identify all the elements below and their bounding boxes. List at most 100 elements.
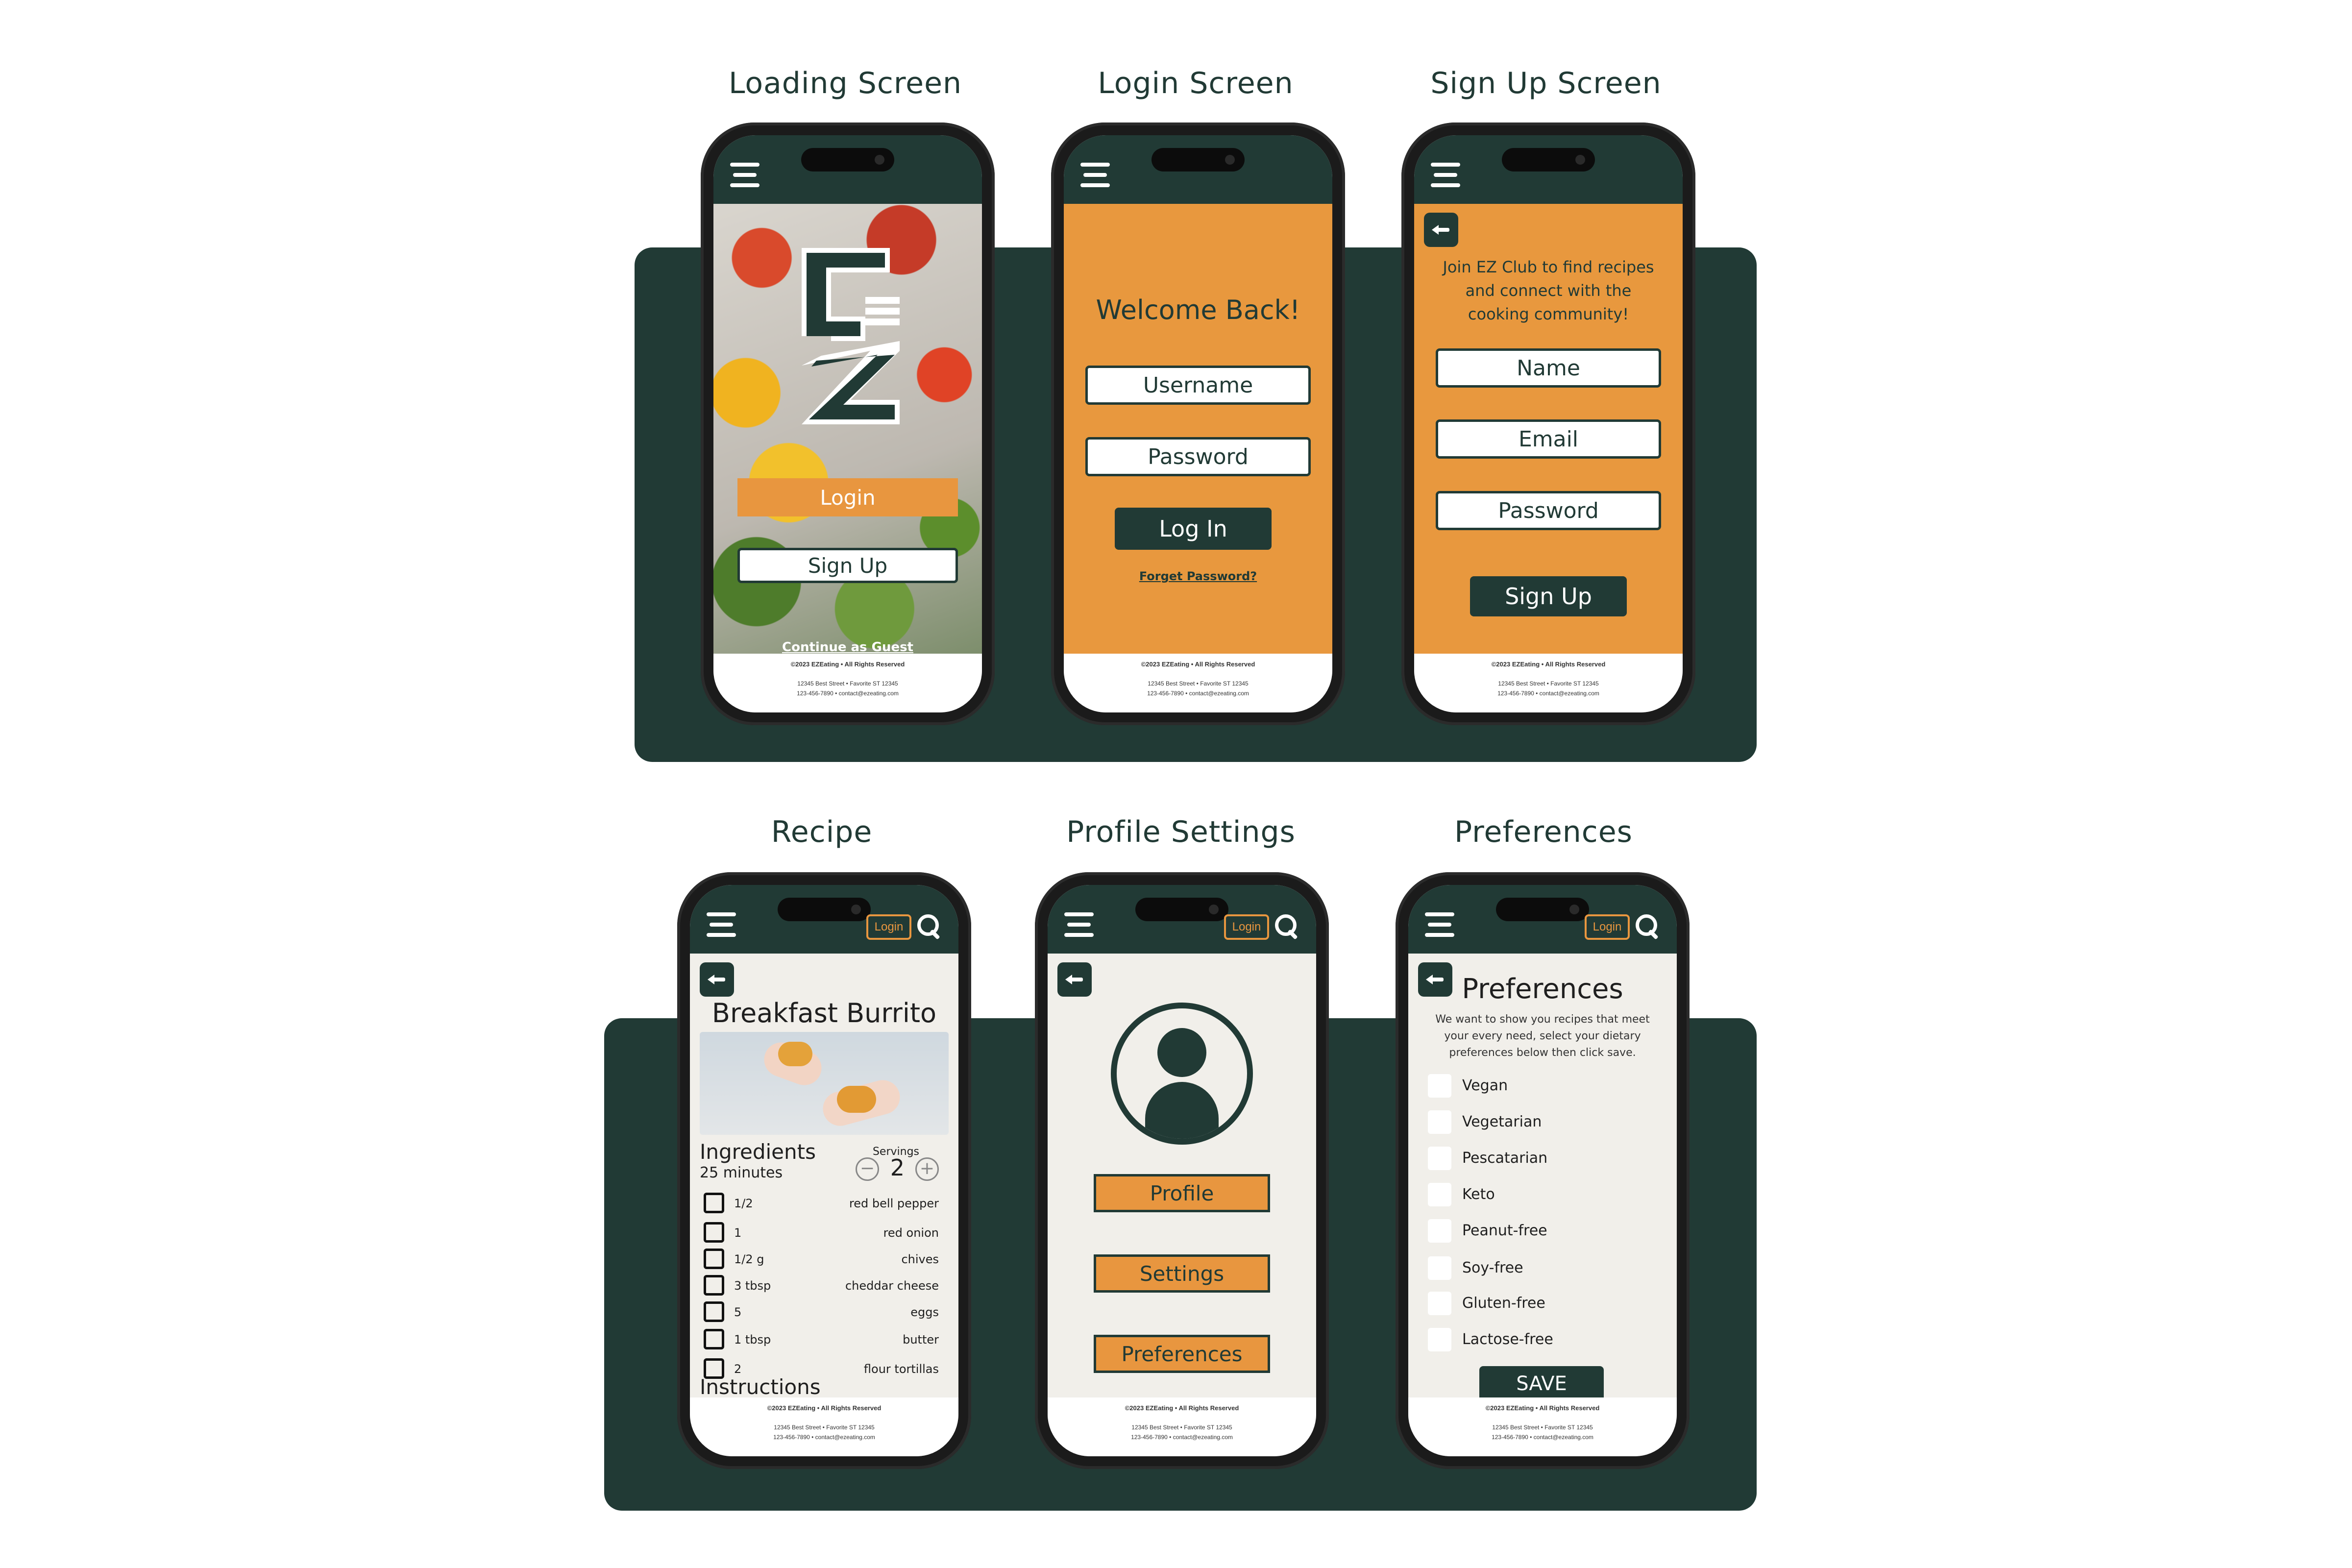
preference-checkbox[interactable]	[1428, 1219, 1451, 1243]
ingredient-qty: 1/2	[734, 1197, 753, 1210]
footer-copyright: ©2023 EZEating • All Rights Reserved	[1141, 661, 1255, 668]
ez-logo-icon	[802, 248, 900, 424]
camera-notch	[1152, 148, 1245, 172]
menu-icon[interactable]	[707, 912, 736, 937]
phone-signup: Join EZ Club to find recipes and connect…	[1401, 122, 1695, 725]
preference-checkbox[interactable]	[1428, 1256, 1451, 1280]
password-field[interactable]: Password	[1436, 491, 1661, 530]
back-arrow-icon[interactable]	[1057, 962, 1092, 997]
ingredient-name: butter	[903, 1333, 939, 1347]
forgot-password-link[interactable]: Forget Password?	[1064, 569, 1332, 583]
footer-copyright: ©2023 EZEating • All Rights Reserved	[1491, 661, 1606, 668]
login-chip-button[interactable]: Login	[1585, 914, 1630, 940]
footer-contact: 123-456-7890 • contact@ezeating.com	[1131, 1434, 1233, 1441]
ingredient-checkbox[interactable]	[704, 1193, 724, 1213]
camera-notch	[801, 148, 894, 172]
login-content: Welcome Back! Username Password Log In F…	[1064, 204, 1332, 654]
menu-icon[interactable]	[1431, 163, 1460, 187]
login-chip-button[interactable]: Login	[1224, 914, 1269, 940]
ingredient-qty: 1/2 g	[734, 1252, 764, 1266]
login-button[interactable]: Login	[737, 478, 958, 516]
ingredient-name: red bell pepper	[849, 1197, 939, 1210]
phone-profile: Login Profile Settings Preferences ©2023…	[1035, 872, 1329, 1469]
preferences-button[interactable]: Preferences	[1094, 1335, 1270, 1373]
menu-icon[interactable]	[1064, 912, 1094, 937]
preference-checkbox[interactable]	[1428, 1147, 1451, 1170]
preference-checkbox[interactable]	[1428, 1110, 1451, 1134]
email-field[interactable]: Email	[1436, 419, 1661, 459]
cook-time: 25 minutes	[700, 1164, 783, 1181]
preferences-screen: Login Preferences We want to show you re…	[1408, 885, 1677, 1456]
section-title-profile: Profile Settings	[1066, 815, 1296, 849]
phone-recipe: Login Breakfast Burrito Ingredients 25 m…	[677, 872, 971, 1469]
preference-label: Gluten-free	[1462, 1295, 1545, 1312]
preferences-description: We want to show you recipes that meet yo…	[1435, 1013, 1650, 1059]
burrito-photo	[700, 1032, 949, 1135]
ingredient-qty: 3 tbsp	[734, 1279, 771, 1293]
continue-as-guest-link[interactable]: Continue as Guest	[713, 640, 982, 654]
back-arrow-icon[interactable]	[700, 962, 734, 997]
preferences-content: Preferences We want to show you recipes …	[1408, 954, 1677, 1397]
ingredient-checkbox[interactable]	[704, 1222, 724, 1243]
preference-label: Lactose-free	[1462, 1331, 1553, 1348]
password-field[interactable]: Password	[1085, 437, 1311, 476]
footer-address: 12345 Best Street • Favorite ST 12345	[774, 1424, 875, 1431]
signup-screen: Join EZ Club to find recipes and connect…	[1414, 135, 1683, 712]
settings-button[interactable]: Settings	[1094, 1254, 1270, 1293]
camera-notch	[778, 898, 871, 921]
ingredient-name: chives	[901, 1252, 939, 1266]
ingredient-checkbox[interactable]	[704, 1249, 724, 1269]
footer-address: 12345 Best Street • Favorite ST 12345	[1148, 680, 1249, 687]
footer: ©2023 EZEating • All Rights Reserved 123…	[1408, 1397, 1677, 1456]
footer-copyright: ©2023 EZEating • All Rights Reserved	[767, 1404, 882, 1412]
ingredient-qty: 5	[734, 1305, 742, 1319]
ingredient-checkbox[interactable]	[704, 1329, 724, 1349]
camera-notch	[1135, 898, 1228, 921]
footer-contact: 123-456-7890 • contact@ezeating.com	[1492, 1434, 1593, 1441]
camera-notch	[1496, 898, 1589, 921]
avatar-icon[interactable]	[1111, 1003, 1253, 1145]
top-bar: Login	[690, 885, 958, 954]
increase-servings-button[interactable]: +	[915, 1157, 939, 1181]
ingredient-checkbox[interactable]	[704, 1275, 724, 1296]
footer: ©2023 EZEating • All Rights Reserved 123…	[1048, 1397, 1316, 1456]
top-bar: Login	[1048, 885, 1316, 954]
ingredient-qty: 1	[734, 1226, 742, 1240]
ingredient-row: 1/2 g chives	[700, 1248, 939, 1271]
footer: ©2023 EZEating • All Rights Reserved 123…	[1414, 654, 1683, 712]
preference-checkbox[interactable]	[1428, 1183, 1451, 1206]
ingredient-qty: 1 tbsp	[734, 1333, 771, 1347]
ingredient-checkbox[interactable]	[704, 1301, 724, 1322]
search-icon[interactable]	[916, 913, 942, 939]
search-icon[interactable]	[1274, 913, 1299, 939]
footer-address: 12345 Best Street • Favorite ST 12345	[797, 680, 898, 687]
preference-checkbox[interactable]	[1428, 1074, 1451, 1098]
preference-checkbox[interactable]	[1428, 1292, 1451, 1315]
ingredient-row: 5 eggs	[700, 1300, 939, 1324]
footer: ©2023 EZEating • All Rights Reserved 123…	[713, 654, 982, 712]
menu-icon[interactable]	[1080, 163, 1110, 187]
profile-screen: Login Profile Settings Preferences ©2023…	[1048, 885, 1316, 1456]
preference-label: Soy-free	[1462, 1259, 1523, 1276]
preference-checkbox[interactable]	[1428, 1328, 1451, 1351]
signup-button[interactable]: Sign Up	[737, 548, 958, 583]
username-field[interactable]: Username	[1085, 366, 1311, 405]
log-in-button[interactable]: Log In	[1115, 508, 1272, 550]
ingredient-name: flour tortillas	[863, 1362, 939, 1376]
name-field[interactable]: Name	[1436, 348, 1661, 388]
sign-up-button[interactable]: Sign Up	[1470, 576, 1627, 616]
decrease-servings-button[interactable]: −	[856, 1157, 879, 1181]
menu-icon[interactable]	[730, 163, 760, 187]
ingredient-row: 1/2 red bell pepper	[700, 1192, 939, 1215]
search-icon[interactable]	[1635, 913, 1660, 939]
login-screen: Welcome Back! Username Password Log In F…	[1064, 135, 1332, 712]
footer-address: 12345 Best Street • Favorite ST 12345	[1131, 1424, 1232, 1431]
save-button[interactable]: SAVE	[1479, 1366, 1604, 1397]
profile-button[interactable]: Profile	[1094, 1174, 1270, 1212]
footer-contact: 123-456-7890 • contact@ezeating.com	[797, 690, 899, 697]
menu-icon[interactable]	[1425, 912, 1454, 937]
signup-content: Join EZ Club to find recipes and connect…	[1414, 204, 1683, 654]
footer: ©2023 EZEating • All Rights Reserved 123…	[690, 1397, 958, 1456]
login-chip-button[interactable]: Login	[866, 914, 911, 940]
back-arrow-icon[interactable]	[1424, 213, 1458, 247]
